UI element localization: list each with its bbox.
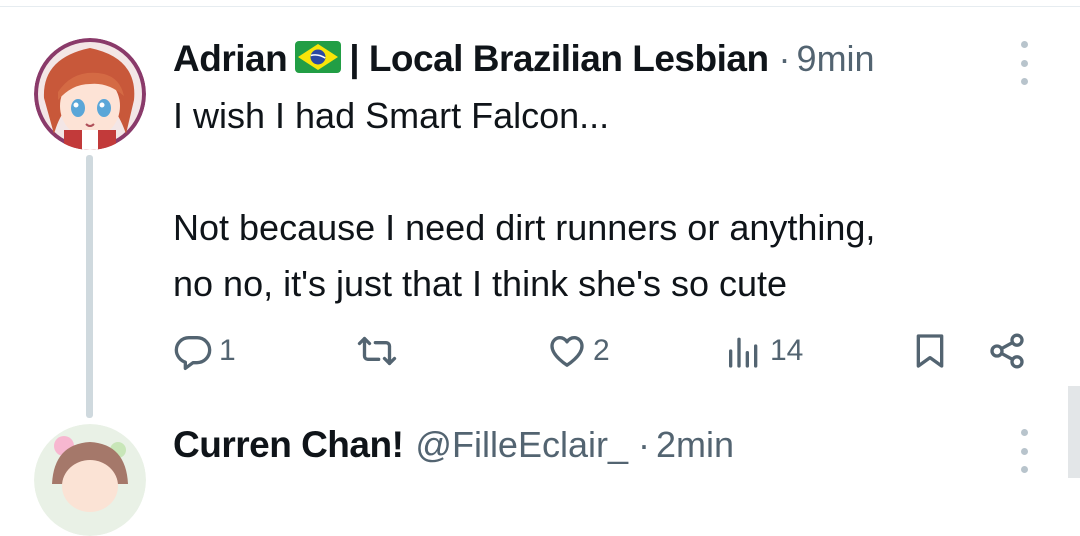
display-name[interactable]: Curren Chan!: [173, 424, 404, 466]
display-name-suffix[interactable]: | Local Brazilian Lesbian: [349, 38, 769, 80]
retweet-button[interactable]: [355, 326, 399, 376]
reply-icon: [174, 336, 212, 370]
bookmark-icon: [916, 334, 944, 368]
scrollbar[interactable]: [1068, 386, 1080, 478]
more-dot-icon: [1020, 466, 1028, 473]
more-dot-icon: [1020, 78, 1028, 85]
top-divider: [0, 6, 1080, 7]
avatar[interactable]: [34, 38, 146, 150]
more-dot-icon: [1020, 447, 1028, 455]
brazil-flag-icon: [295, 40, 342, 78]
tweet-text: I wish I had Smart Falcon... Not because…: [173, 95, 876, 304]
bookmark-button[interactable]: [910, 326, 950, 376]
more-options-button[interactable]: [1014, 41, 1034, 85]
display-name[interactable]: Adrian: [173, 38, 288, 80]
reply-count: 1: [219, 334, 236, 367]
avatar-image: [34, 424, 146, 536]
reply-button[interactable]: 1: [173, 326, 236, 376]
views-button[interactable]: 14: [724, 326, 803, 376]
view-count: 14: [770, 334, 804, 367]
bar-chart-icon: [729, 337, 758, 368]
retweet-icon: [357, 336, 397, 366]
like-count: 2: [593, 334, 610, 367]
separator-dot: ·: [778, 38, 791, 79]
like-button[interactable]: 2: [547, 326, 610, 376]
more-options-button[interactable]: [1014, 429, 1034, 473]
avatar[interactable]: [34, 424, 146, 536]
share-button[interactable]: [987, 326, 1027, 376]
separator-dot: ·: [638, 424, 650, 465]
user-handle[interactable]: @FilleEclair_: [415, 424, 628, 466]
timestamp[interactable]: 9min: [797, 38, 875, 80]
more-dot-icon: [1020, 59, 1028, 67]
timestamp[interactable]: 2min: [656, 424, 734, 466]
action-bar: 1 2 14: [0, 326, 1080, 376]
tweet-header: Curren Chan! @FilleEclair_ · 2min: [173, 420, 734, 470]
more-dot-icon: [1020, 429, 1028, 436]
avatar-image: [34, 38, 146, 150]
tweet-header: Adrian | Local Brazilian Lesbian · 9min: [173, 34, 875, 84]
more-dot-icon: [1020, 41, 1028, 48]
share-icon: [990, 333, 1024, 369]
thread-line: [86, 155, 93, 418]
heart-icon: [550, 336, 584, 367]
